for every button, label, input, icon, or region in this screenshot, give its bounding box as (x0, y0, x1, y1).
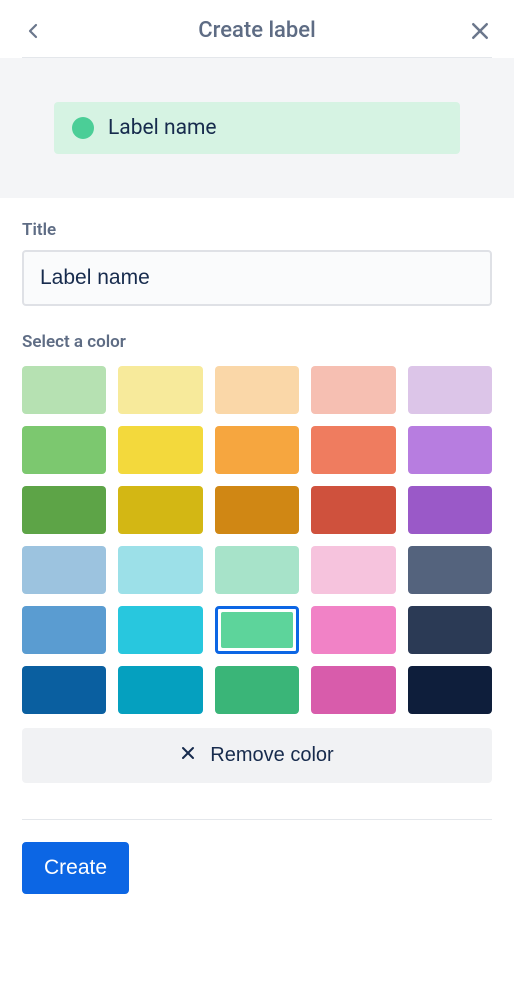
color-swatch-24[interactable] (408, 606, 492, 654)
create-button[interactable]: Create (22, 842, 129, 894)
color-swatch-2[interactable] (215, 366, 299, 414)
close-icon[interactable] (468, 19, 492, 43)
color-swatch-22[interactable] (215, 606, 299, 654)
color-swatch-10[interactable] (22, 486, 106, 534)
color-swatch-4[interactable] (408, 366, 492, 414)
color-swatch-6[interactable] (118, 426, 202, 474)
color-swatch-29[interactable] (408, 666, 492, 714)
label-preview: Label name (54, 102, 460, 154)
color-swatch-21[interactable] (118, 606, 202, 654)
remove-color-label: Remove color (210, 744, 333, 767)
label-preview-text: Label name (108, 116, 217, 140)
color-swatch-14[interactable] (408, 486, 492, 534)
color-swatch-5[interactable] (22, 426, 106, 474)
x-small-icon (180, 744, 196, 767)
dialog-header: Create label (22, 0, 492, 58)
back-icon[interactable] (22, 19, 46, 43)
color-swatch-1[interactable] (118, 366, 202, 414)
color-swatch-25[interactable] (22, 666, 106, 714)
color-swatch-8[interactable] (311, 426, 395, 474)
color-field-label: Select a color (22, 332, 492, 352)
color-swatch-0[interactable] (22, 366, 106, 414)
color-swatch-12[interactable] (215, 486, 299, 534)
dialog-title: Create label (46, 18, 468, 43)
color-swatch-18[interactable] (311, 546, 395, 594)
remove-color-button[interactable]: Remove color (22, 728, 492, 783)
color-grid (22, 366, 492, 714)
title-input[interactable] (22, 250, 492, 306)
form-content: Title Select a color Remove color Create (0, 198, 514, 916)
color-swatch-15[interactable] (22, 546, 106, 594)
color-swatch-27[interactable] (215, 666, 299, 714)
label-color-dot (72, 117, 94, 139)
color-swatch-16[interactable] (118, 546, 202, 594)
color-section: Select a color Remove color (22, 332, 492, 783)
color-swatch-3[interactable] (311, 366, 395, 414)
color-swatch-7[interactable] (215, 426, 299, 474)
color-swatch-13[interactable] (311, 486, 395, 534)
color-swatch-20[interactable] (22, 606, 106, 654)
color-swatch-9[interactable] (408, 426, 492, 474)
color-swatch-19[interactable] (408, 546, 492, 594)
color-swatch-11[interactable] (118, 486, 202, 534)
label-preview-area: Label name (0, 58, 514, 198)
color-swatch-26[interactable] (118, 666, 202, 714)
color-swatch-17[interactable] (215, 546, 299, 594)
color-swatch-23[interactable] (311, 606, 395, 654)
dialog-footer: Create (22, 819, 492, 894)
title-field-label: Title (22, 220, 492, 240)
color-swatch-28[interactable] (311, 666, 395, 714)
